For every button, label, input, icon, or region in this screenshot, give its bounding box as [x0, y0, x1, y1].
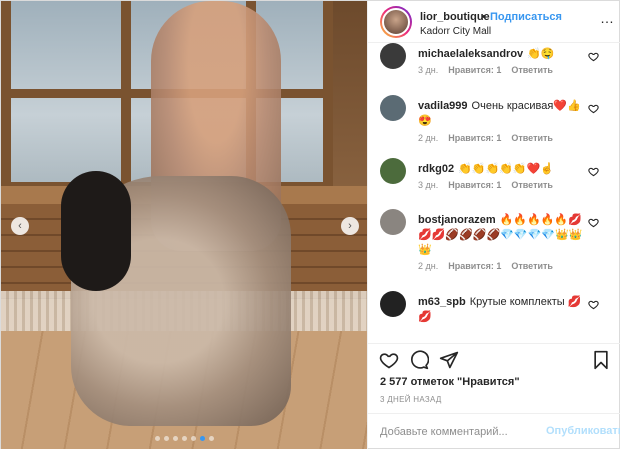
comment-time: 3 дн. [418, 180, 439, 190]
instagram-post: ‹ › lior_boutique • Подписаться Kadorr C… [0, 0, 620, 449]
comment-meta: 2 дн. Нравится: 1 Ответить [418, 133, 563, 143]
chevron-right-icon: › [348, 220, 352, 232]
comment-icon[interactable] [408, 349, 430, 371]
add-comment-bar: Опубликовать [368, 413, 620, 449]
comment-avatar[interactable] [380, 43, 406, 69]
action-bar [368, 343, 620, 373]
reply-button[interactable]: Ответить [511, 133, 553, 143]
heart-icon[interactable] [378, 349, 400, 371]
share-icon[interactable] [438, 349, 460, 371]
follow-button[interactable]: Подписаться [490, 11, 562, 23]
chevron-left-icon: ‹ [18, 220, 22, 232]
comment-likes[interactable]: Нравится: 1 [448, 65, 501, 75]
comment-heart-icon[interactable] [588, 51, 599, 65]
comment-likes[interactable]: Нравится: 1 [448, 133, 501, 143]
more-icon[interactable]: … [600, 10, 615, 26]
comment-heart-icon[interactable] [588, 299, 599, 313]
comment-body: bostjanorazem 🔥🔥🔥🔥🔥💋💋💋🏈🏈🏈🏈💎💎💎💎👑👑👑 [418, 213, 588, 258]
comment-body: rdkg02 👏👏👏👏👏❤️☝️ [418, 162, 588, 177]
carousel-dot [154, 436, 160, 441]
comment-avatar[interactable] [380, 291, 406, 317]
previous-slide-button[interactable]: ‹ [11, 217, 29, 235]
comment-body: michaelaleksandrov 👏🤤 [418, 47, 588, 62]
author-username[interactable]: lior_boutique [420, 11, 490, 23]
carousel-dot [172, 436, 178, 441]
comment-heart-icon[interactable] [588, 103, 599, 117]
comment-meta: 2 дн. Нравится: 1 Ответить [418, 261, 563, 271]
carousel-dot [163, 436, 169, 441]
comment-likes[interactable]: Нравится: 1 [448, 180, 501, 190]
reply-button[interactable]: Ответить [511, 261, 553, 271]
comment-avatar[interactable] [380, 158, 406, 184]
likes-count[interactable]: 2 577 отметок "Нравится" [380, 376, 520, 388]
photo-figure-hair [61, 171, 131, 291]
comments-list[interactable]: michaelaleksandrov 👏🤤 3 дн. Нравится: 1 Отве… [368, 43, 620, 343]
comment-likes[interactable]: Нравится: 1 [448, 261, 501, 271]
comment-meta: 3 дн. Нравится: 1 Ответить [418, 180, 563, 190]
comment-text: 👏🤤 [527, 48, 555, 60]
carousel-dot [208, 436, 214, 441]
carousel-indicator [1, 436, 367, 441]
post-photo[interactable]: ‹ › [1, 1, 367, 449]
comment-time: 2 дн. [418, 261, 439, 271]
location-link[interactable]: Kadorr City Mall [420, 26, 491, 37]
post-header: lior_boutique • Подписаться Kadorr City … [368, 1, 620, 43]
comment-heart-icon[interactable] [588, 166, 599, 180]
reply-button[interactable]: Ответить [511, 65, 553, 75]
comment-heart-icon[interactable] [588, 217, 599, 231]
comment-username[interactable]: michaelaleksandrov [418, 48, 523, 60]
comment-username[interactable]: vadila999 [418, 100, 468, 112]
comment-body: vadila999 Очень красивая❤️👍😍 [418, 99, 588, 129]
publish-button[interactable]: Опубликовать [546, 425, 620, 437]
comment-username[interactable]: bostjanorazem [418, 214, 496, 226]
post-sidebar: lior_boutique • Подписаться Kadorr City … [367, 1, 620, 449]
separator-dot: • [482, 11, 486, 23]
comment-username[interactable]: rdkg02 [418, 163, 454, 175]
post-date[interactable]: 3 ДНЕЙ НАЗАД [380, 395, 442, 404]
comment-avatar[interactable] [380, 209, 406, 235]
carousel-dot [199, 436, 205, 441]
comment-avatar[interactable] [380, 95, 406, 121]
reply-button[interactable]: Ответить [511, 180, 553, 190]
comment-username[interactable]: m63_spb [418, 296, 466, 308]
carousel-dot [190, 436, 196, 441]
comment-body: m63_spb Крутые комплекты 💋💋 [418, 295, 588, 325]
carousel-dot [181, 436, 187, 441]
comment-time: 2 дн. [418, 133, 439, 143]
comment-meta: 3 дн. Нравится: 1 Ответить [418, 65, 563, 75]
bookmark-icon[interactable] [590, 349, 612, 371]
comment-time: 3 дн. [418, 65, 439, 75]
comment-input[interactable] [380, 424, 540, 440]
comment-text: 👏👏👏👏👏❤️☝️ [458, 163, 554, 175]
next-slide-button[interactable]: › [341, 217, 359, 235]
avatar[interactable] [380, 6, 412, 38]
